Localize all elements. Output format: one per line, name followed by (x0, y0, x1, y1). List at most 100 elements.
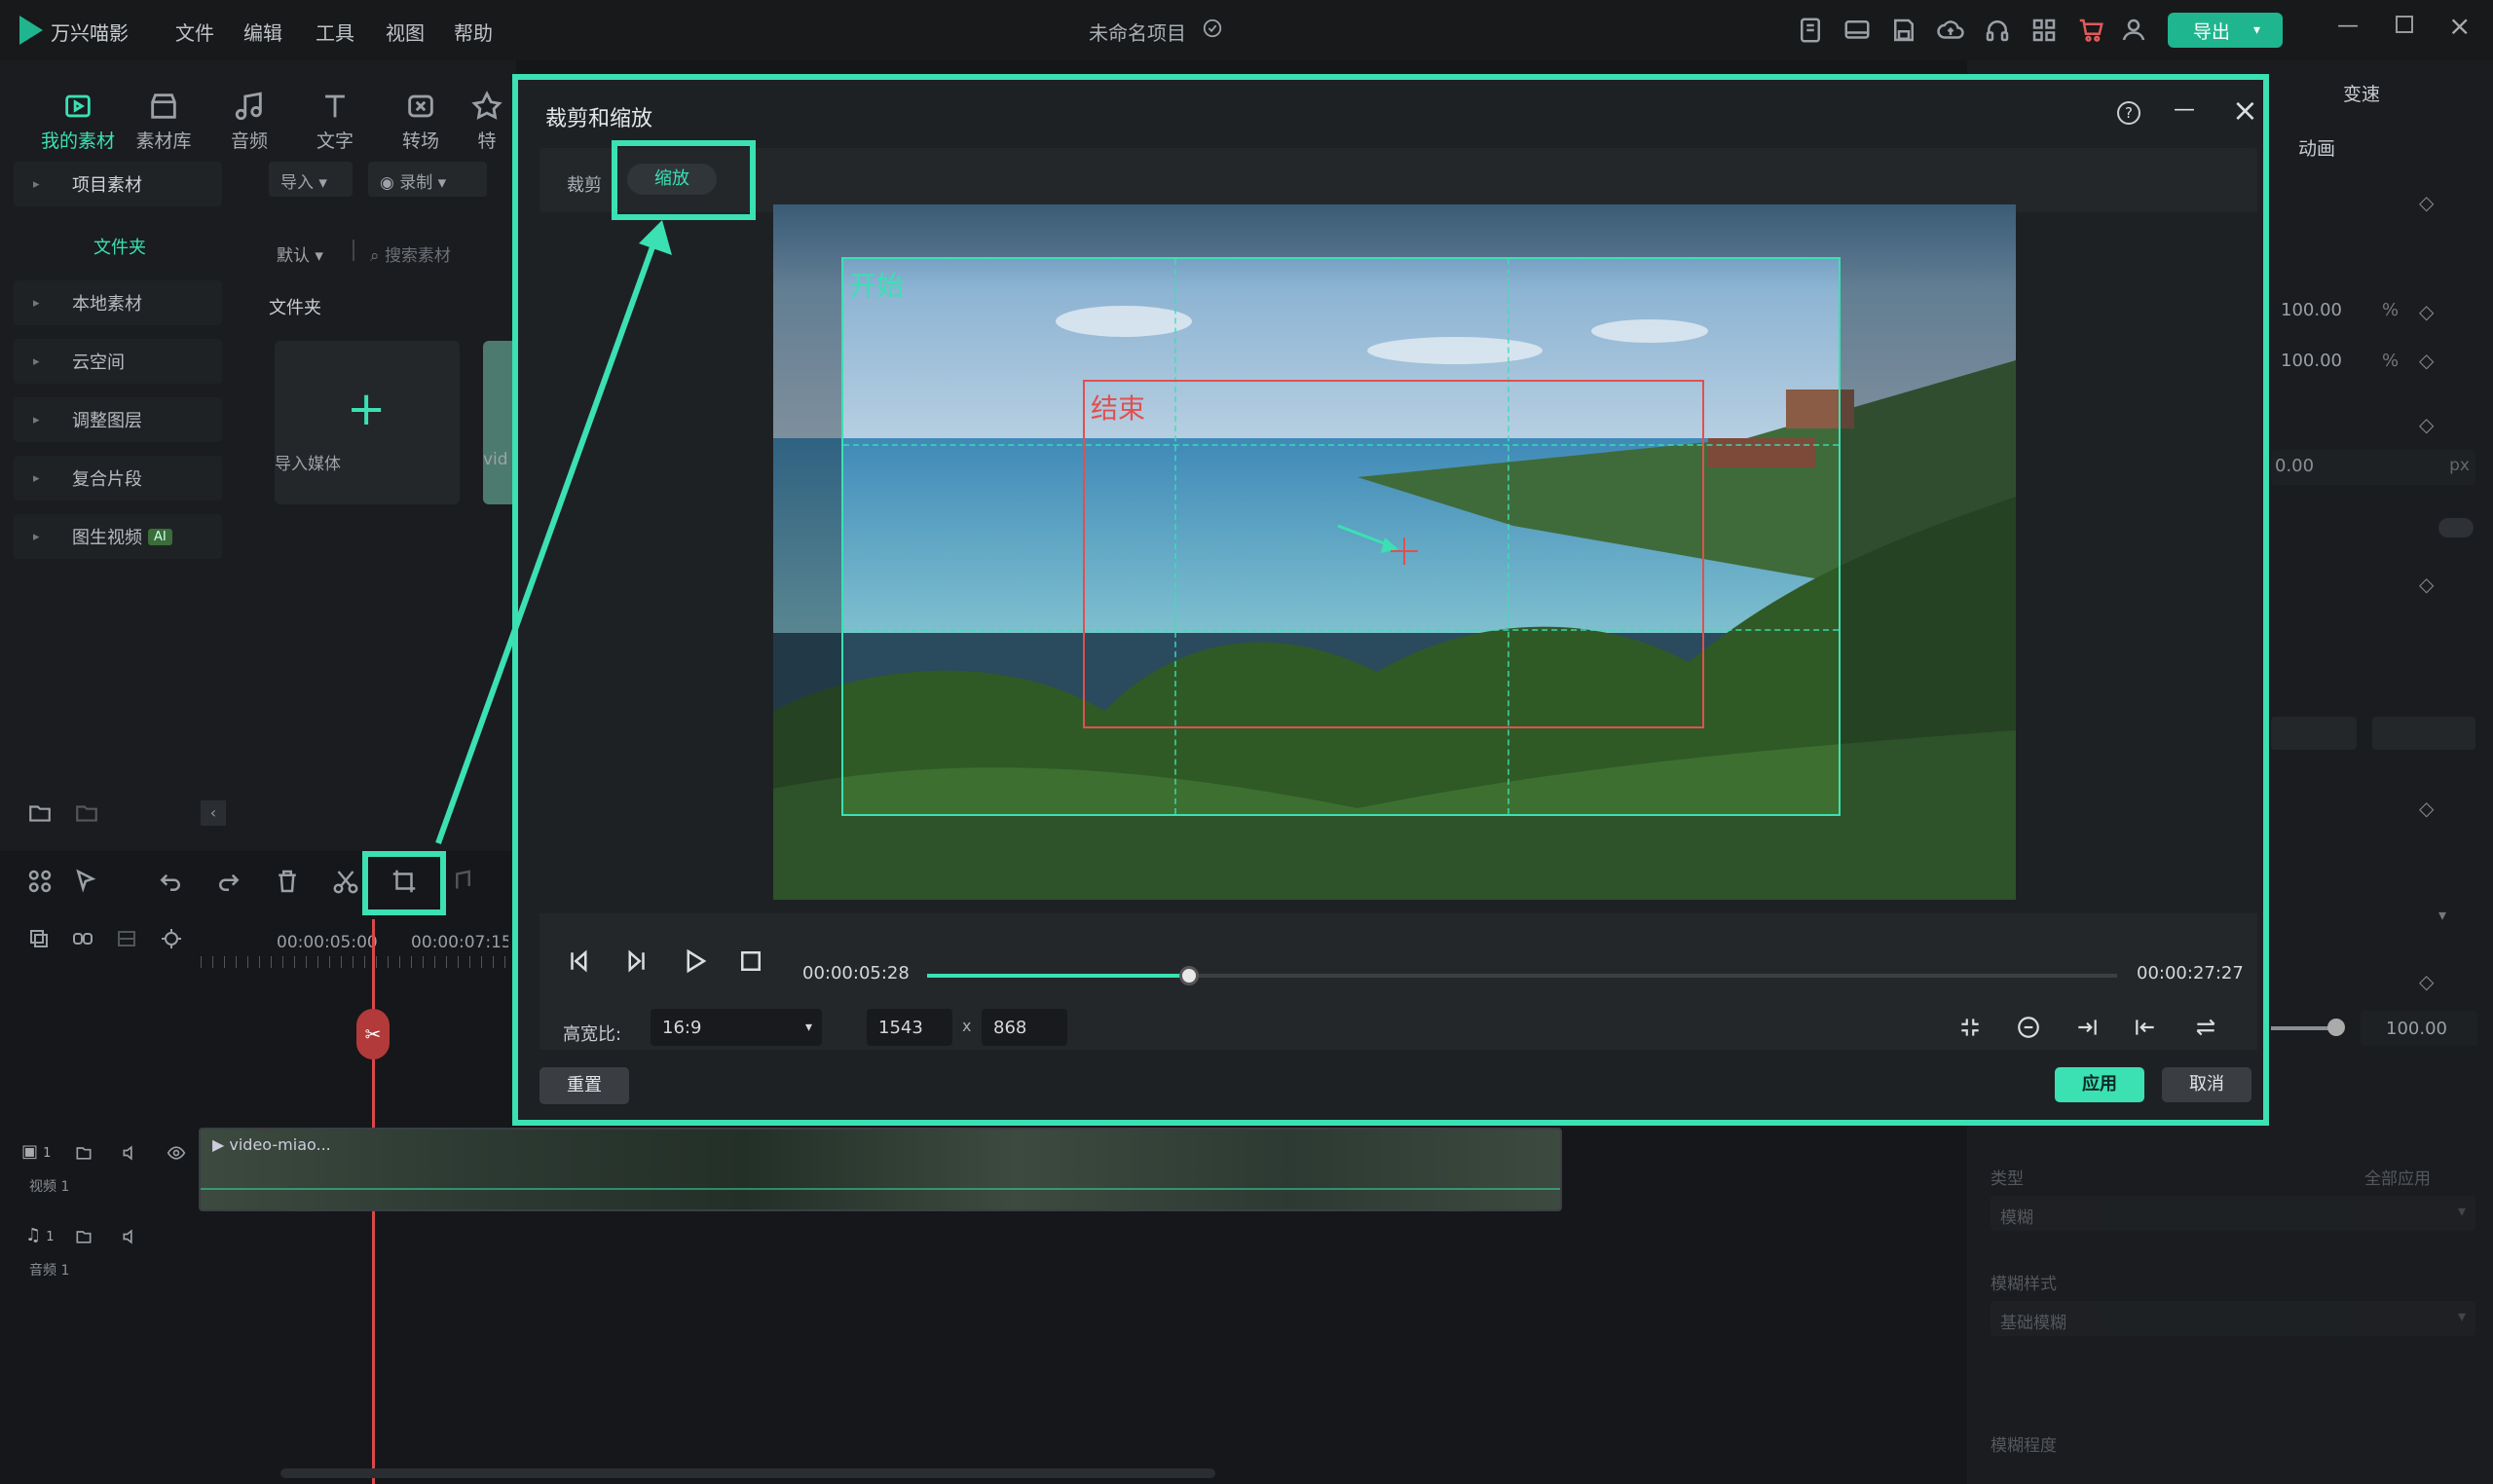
prev-frame-icon[interactable] (565, 946, 594, 976)
headset-icon[interactable] (1983, 16, 2012, 45)
apps-grid-icon[interactable] (2029, 16, 2059, 45)
track-lock-icon[interactable] (74, 1227, 93, 1246)
tab-effects[interactable]: 特 (467, 90, 506, 153)
export-button[interactable]: 导出 ▾ (2168, 13, 2283, 48)
record-dropdown[interactable]: ◉ 录制 ▾ (368, 162, 487, 197)
apply-all-label[interactable]: 全部应用 (2364, 1165, 2431, 1189)
video-clip[interactable]: ▶ video-miao... (199, 1128, 1562, 1211)
position-field[interactable]: 0.00 px (2271, 450, 2475, 485)
tab-crop[interactable]: 裁剪 (567, 171, 602, 197)
eye-icon[interactable] (166, 1143, 187, 1163)
stop-icon[interactable] (736, 946, 765, 976)
add-track-icon[interactable] (27, 927, 51, 950)
chevron-down-icon[interactable]: ▾ (2253, 22, 2260, 38)
menu-help[interactable]: 帮助 (454, 18, 493, 46)
help-icon[interactable]: ? (2117, 101, 2140, 125)
diamond-icon[interactable]: ◇ (2419, 970, 2434, 993)
snap-icon[interactable] (160, 927, 183, 950)
minimize-icon[interactable]: — (2174, 97, 2195, 122)
fit-icon[interactable] (1957, 1015, 1983, 1040)
apply-button[interactable]: 应用 (2055, 1067, 2144, 1102)
track-lock-icon[interactable] (74, 1143, 93, 1163)
diamond-icon[interactable]: ◇ (2419, 797, 2434, 820)
menu-edit[interactable]: 编辑 (243, 18, 282, 46)
document-icon[interactable] (1796, 16, 1825, 45)
chevron-down-icon[interactable]: ▾ (2438, 906, 2446, 924)
scale-y-value[interactable]: 100.00 (2281, 351, 2342, 371)
sidebar-item-cloud[interactable]: 云空间 (14, 339, 222, 384)
monitor-icon[interactable] (1842, 16, 1872, 45)
restore-window-icon[interactable] (2396, 16, 2413, 33)
select-tool-icon[interactable] (72, 867, 101, 896)
sidebar-item-folder[interactable]: 文件夹 (93, 234, 146, 259)
sidebar-item-adjustment-layer[interactable]: 调整图层 (14, 397, 222, 442)
go-to-start-icon[interactable] (2133, 1015, 2158, 1040)
play-icon[interactable] (680, 946, 709, 976)
cloud-upload-icon[interactable] (1936, 16, 1965, 45)
toggle-switch[interactable] (2438, 518, 2474, 538)
opacity-value-field[interactable]: 100.00 (2361, 1011, 2477, 1046)
audio-detach-icon[interactable] (446, 867, 475, 896)
save-icon[interactable] (1889, 16, 1918, 45)
opacity-slider-handle[interactable] (2327, 1019, 2345, 1036)
progress-track[interactable] (927, 966, 2117, 985)
zoom-out-icon[interactable] (2016, 1015, 2041, 1040)
dialog-reset-button[interactable]: 重置 (540, 1067, 629, 1104)
diamond-icon[interactable]: ◇ (2419, 300, 2434, 323)
swap-icon[interactable] (2193, 1015, 2218, 1040)
cancel-button[interactable]: 取消 (2162, 1067, 2251, 1102)
playhead-scissors-handle[interactable]: ✂ (356, 1009, 390, 1059)
tab-stock-media[interactable]: 素材库 (125, 90, 203, 153)
blur-type-select[interactable]: 模糊 ▾ (1991, 1196, 2475, 1231)
delete-icon[interactable] (273, 867, 302, 896)
tab-audio[interactable]: 音频 (210, 90, 288, 153)
minimize-window-icon[interactable]: — (2337, 14, 2359, 38)
close-icon[interactable]: × (2232, 92, 2258, 129)
link-icon[interactable] (70, 927, 95, 950)
split-scissors-icon[interactable] (331, 867, 360, 896)
flip-vertical-button[interactable] (2372, 717, 2475, 750)
speaker-icon[interactable] (121, 1227, 140, 1246)
preview-canvas[interactable]: 开始 结束 (773, 204, 2016, 900)
user-icon[interactable] (2119, 16, 2148, 45)
width-input[interactable]: 1543 (867, 1009, 952, 1046)
sidebar-item-compound-clip[interactable]: 复合片段 (14, 456, 222, 501)
tab-my-media[interactable]: 我的素材 (39, 90, 117, 153)
import-media-tile[interactable]: + (275, 341, 460, 504)
import-dropdown[interactable]: 导入 ▾ (269, 162, 353, 197)
new-folder-icon[interactable] (27, 800, 53, 826)
media-thumbnail[interactable] (483, 341, 512, 504)
go-to-end-icon[interactable] (2074, 1015, 2100, 1040)
aspect-ratio-select[interactable]: 16:9 ▾ (651, 1009, 822, 1046)
collapse-panel-icon[interactable]: ‹ (201, 800, 226, 826)
progress-handle[interactable] (1178, 966, 1199, 985)
layout-icon[interactable] (25, 867, 55, 896)
menu-tools[interactable]: 工具 (316, 18, 354, 46)
sidebar-item-project-media[interactable]: 项目素材 (14, 162, 222, 206)
redo-icon[interactable] (214, 867, 243, 896)
track-lock-icon[interactable] (115, 927, 138, 950)
opacity-slider-track[interactable] (2271, 1026, 2333, 1030)
undo-icon[interactable] (156, 867, 185, 896)
diamond-icon[interactable]: ◇ (2419, 191, 2434, 214)
tab-transitions[interactable]: 转场 (382, 90, 460, 153)
diamond-icon[interactable]: ◇ (2419, 349, 2434, 372)
next-frame-icon[interactable] (621, 946, 651, 976)
menu-file[interactable]: 文件 (175, 18, 214, 46)
tab-speed[interactable]: 变速 (2343, 80, 2380, 106)
tab-animation[interactable]: 动画 (2298, 134, 2335, 161)
close-window-icon[interactable]: × (2448, 10, 2471, 42)
scale-x-value[interactable]: 100.00 (2281, 300, 2342, 320)
folder-icon[interactable] (74, 800, 99, 826)
sidebar-item-local-media[interactable]: 本地素材 (14, 280, 222, 325)
diamond-icon[interactable]: ◇ (2419, 413, 2434, 436)
timeline-scrollbar[interactable] (280, 1468, 1215, 1478)
blur-style-select[interactable]: 基础模糊 ▾ (1991, 1301, 2475, 1336)
cart-icon[interactable] (2076, 16, 2105, 45)
sort-dropdown[interactable]: 默认 ▾ (277, 241, 323, 266)
sidebar-item-image-to-video[interactable]: 图生视频 AI (14, 514, 222, 559)
tab-text[interactable]: 文字 (296, 90, 374, 153)
menu-view[interactable]: 视图 (386, 18, 425, 46)
flip-horizontal-button[interactable] (2271, 717, 2357, 750)
search-input[interactable]: ⌕ 搜索素材 (370, 241, 451, 266)
